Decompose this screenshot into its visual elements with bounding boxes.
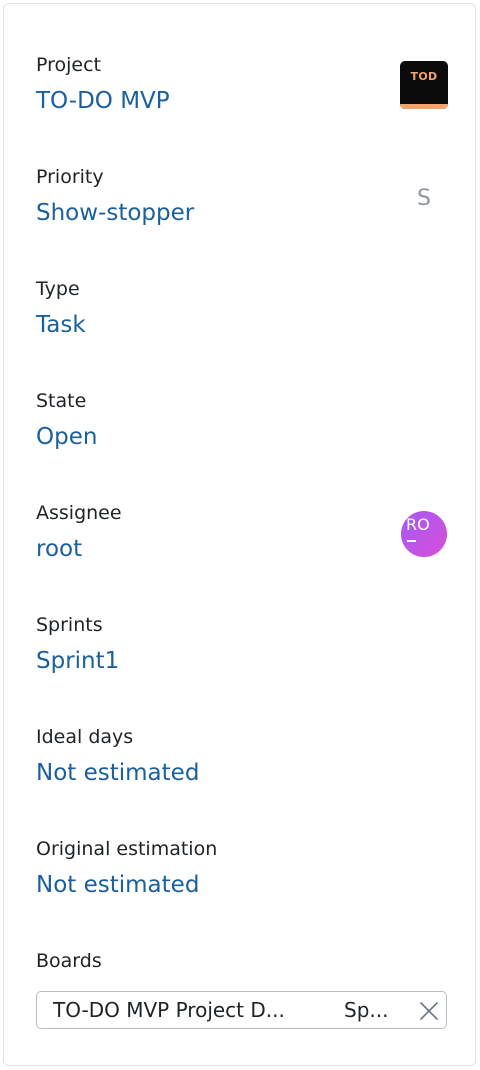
assignee-avatar-initials: RO	[406, 515, 430, 534]
field-value-sprints[interactable]: Sprint1	[36, 646, 119, 676]
field-value-ideal-days[interactable]: Not estimated	[36, 758, 199, 788]
assignee-avatar: RO	[401, 511, 447, 557]
field-label-boards: Boards	[36, 950, 102, 972]
field-label-ideal-days: Ideal days	[36, 726, 134, 748]
field-sprints: Sprints Sprint1	[36, 613, 448, 683]
project-badge: TOD	[400, 61, 448, 109]
board-tag-sprint: Sp...	[344, 998, 389, 1022]
board-tag-name: TO-DO MVP Project D...	[53, 998, 285, 1022]
project-badge-text: TOD	[410, 70, 438, 83]
field-label-priority: Priority	[36, 166, 104, 188]
field-value-project[interactable]: TO-DO MVP	[36, 86, 170, 116]
field-original-estimation: Original estimation Not estimated	[36, 837, 448, 907]
field-assignee: Assignee root	[36, 501, 448, 571]
field-label-project: Project	[36, 54, 102, 76]
field-value-assignee[interactable]: root	[36, 534, 82, 564]
field-value-priority[interactable]: Show-stopper	[36, 198, 194, 228]
board-tag[interactable]: TO-DO MVP Project D... Sp...	[36, 991, 447, 1029]
field-value-state[interactable]: Open	[36, 422, 97, 452]
assignee-avatar-underline	[407, 540, 416, 542]
field-type: Type Task	[36, 277, 448, 347]
priority-indicator: S	[417, 186, 431, 211]
close-icon[interactable]	[417, 999, 441, 1023]
field-value-original-estimation[interactable]: Not estimated	[36, 870, 199, 900]
field-label-type: Type	[36, 278, 80, 300]
field-ideal-days: Ideal days Not estimated	[36, 725, 448, 795]
field-value-type[interactable]: Task	[36, 310, 86, 340]
field-label-state: State	[36, 390, 87, 412]
field-label-original-estimation: Original estimation	[36, 838, 218, 860]
field-priority: Priority Show-stopper	[36, 165, 448, 235]
field-project: Project TO-DO MVP	[36, 53, 448, 123]
field-label-sprints: Sprints	[36, 614, 103, 636]
field-boards: Boards	[36, 949, 448, 979]
project-badge-accent	[400, 104, 448, 109]
field-label-assignee: Assignee	[36, 502, 122, 524]
field-state: State Open	[36, 389, 448, 459]
